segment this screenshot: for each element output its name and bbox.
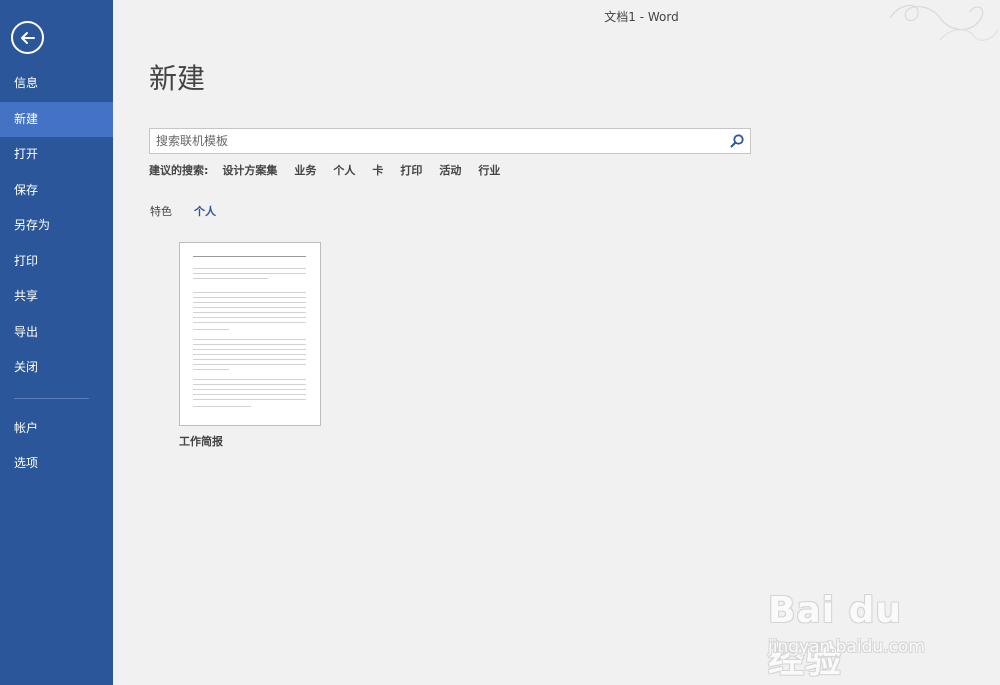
nav-item-info[interactable]: 信息 — [0, 66, 113, 102]
thumbnail-line — [193, 329, 229, 330]
nav-item-options[interactable]: 选项 — [0, 446, 113, 482]
template-search-box — [149, 128, 751, 154]
thumbnail-line — [193, 389, 306, 390]
thumbnail-line — [193, 359, 306, 360]
template-tabs: 特色 个人 — [150, 203, 238, 219]
thumbnail-line — [193, 394, 306, 395]
page-title: 新建 — [149, 62, 206, 95]
thumbnail-line — [193, 379, 306, 380]
template-card[interactable]: 工作简报 — [179, 242, 321, 449]
thumbnail-line — [193, 339, 306, 340]
suggested-link-design-sets[interactable]: 设计方案集 — [222, 162, 277, 178]
nav-item-save-as[interactable]: 另存为 — [0, 208, 113, 244]
thumbnail-line — [193, 322, 306, 323]
back-arrow-icon — [20, 31, 35, 44]
suggested-searches: 建议的搜索: 设计方案集 业务 个人 卡 打印 活动 行业 — [149, 162, 517, 178]
template-name: 工作简报 — [179, 435, 223, 448]
nav-item-new[interactable]: 新建 — [0, 101, 113, 137]
thumbnail-line — [193, 268, 306, 269]
suggested-link-cards[interactable]: 卡 — [372, 162, 383, 178]
thumbnail-line — [193, 307, 306, 308]
thumbnail-line — [193, 312, 306, 313]
thumbnail-line — [193, 399, 306, 400]
suggested-link-business[interactable]: 业务 — [294, 162, 316, 178]
suggested-link-personal[interactable]: 个人 — [333, 162, 355, 178]
baidu-watermark: Bai du 经验 jingyan.baidu.com — [768, 580, 948, 681]
nav-item-save[interactable]: 保存 — [0, 173, 113, 209]
thumbnail-line — [193, 256, 306, 257]
thumbnail-line — [193, 406, 251, 407]
suggested-link-industry[interactable]: 行业 — [478, 162, 500, 178]
thumbnail-line — [193, 344, 306, 345]
template-thumbnail — [179, 242, 321, 426]
watermark-url: jingyan.baidu.com — [768, 637, 925, 657]
tab-personal[interactable]: 个人 — [194, 203, 216, 219]
backstage-nav: 信息 新建 打开 保存 另存为 打印 共享 导出 关闭 帐户 选项 — [0, 66, 113, 482]
nav-item-close[interactable]: 关闭 — [0, 350, 113, 386]
thumbnail-line — [193, 302, 306, 303]
thumbnail-line — [193, 354, 306, 355]
nav-item-print[interactable]: 打印 — [0, 244, 113, 280]
nav-item-open[interactable]: 打开 — [0, 137, 113, 173]
thumbnail-line — [193, 297, 306, 298]
suggested-link-events[interactable]: 活动 — [439, 162, 461, 178]
tab-featured[interactable]: 特色 — [150, 203, 172, 219]
thumbnail-line — [193, 273, 306, 274]
nav-divider — [14, 397, 89, 399]
thumbnail-line — [193, 292, 306, 293]
nav-item-account[interactable]: 帐户 — [0, 411, 113, 447]
nav-item-export[interactable]: 导出 — [0, 315, 113, 351]
nav-item-share[interactable]: 共享 — [0, 279, 113, 315]
thumbnail-line — [193, 384, 306, 385]
thumbnail-line — [193, 349, 306, 350]
thumbnail-line — [193, 317, 306, 318]
back-button[interactable] — [11, 21, 44, 54]
thumbnail-line — [193, 369, 229, 370]
thumbnail-line — [193, 278, 268, 279]
search-icon[interactable] — [729, 133, 745, 149]
window-title: 文档1 - Word — [604, 10, 679, 24]
backstage-sidebar: 信息 新建 打开 保存 另存为 打印 共享 导出 关闭 帐户 选项 — [0, 0, 113, 685]
suggested-link-print[interactable]: 打印 — [400, 162, 422, 178]
decorative-swirl-icon — [889, 4, 999, 41]
search-input[interactable] — [150, 129, 720, 153]
suggested-searches-label: 建议的搜索: — [149, 164, 209, 177]
thumbnail-line — [193, 364, 306, 365]
